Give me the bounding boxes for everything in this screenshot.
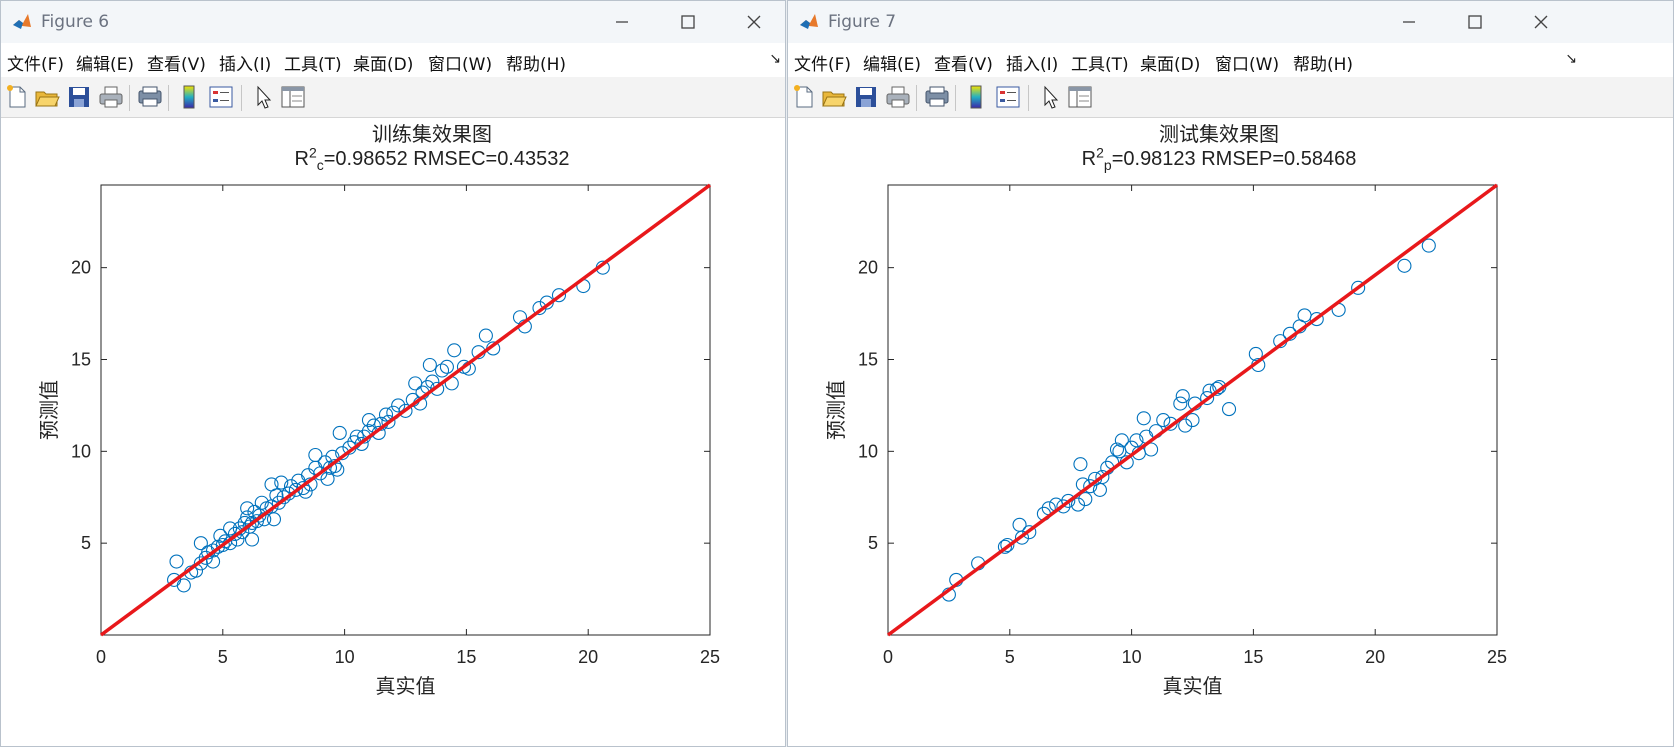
menu-view[interactable]: 查看(V) [147, 50, 206, 75]
menu-view[interactable]: 查看(V) [934, 50, 993, 75]
menu-window[interactable]: 窗口(W) [428, 50, 492, 75]
dock-arrow-icon[interactable]: ↘ [769, 51, 781, 67]
minimize-icon [1403, 21, 1415, 23]
print-icon[interactable] [97, 83, 125, 111]
figure-window-6: Figure 6 文件(F) 编辑(E) 查看(V) 插入(I) 工具(T) 桌… [0, 0, 786, 747]
title-bar[interactable]: Figure 6 [1, 1, 785, 43]
figure-canvas: 测试集效果图 R2p=0.98123 RMSEP=0.58468 0 5 10 15 2… [788, 118, 1673, 746]
window-title: Figure 7 [828, 12, 897, 32]
close-icon [1534, 15, 1548, 29]
maximize-button[interactable] [673, 9, 703, 35]
x-tick-label: 15 [456, 647, 476, 667]
legend-icon[interactable] [207, 83, 235, 111]
close-icon [747, 15, 761, 29]
window-title: Figure 6 [41, 12, 110, 32]
menu-desktop[interactable]: 桌面(D) [1140, 50, 1200, 75]
y-tick-label: 20 [858, 258, 878, 278]
menu-desktop[interactable]: 桌面(D) [353, 50, 413, 75]
save-icon[interactable] [65, 83, 93, 111]
menu-file[interactable]: 文件(F) [7, 50, 64, 75]
menu-tools[interactable]: 工具(T) [284, 50, 342, 75]
y-tick-label: 10 [858, 441, 878, 461]
close-button[interactable] [1526, 9, 1556, 35]
x-axis-label: 真实值 [376, 675, 436, 698]
y-tick-label: 20 [71, 258, 91, 278]
x-tick-label: 0 [883, 647, 893, 667]
x-tick-label: 25 [700, 647, 720, 667]
colorbar-icon[interactable] [962, 83, 990, 111]
toolbar-separator [168, 85, 169, 111]
select-cursor-icon[interactable] [249, 83, 277, 111]
x-tick-label: 10 [1122, 647, 1142, 667]
y-axis-label: 预测值 [38, 380, 61, 440]
legend-icon[interactable] [994, 83, 1022, 111]
x-tick-label: 20 [578, 647, 598, 667]
title-bar[interactable]: Figure 7 [788, 1, 1673, 43]
property-editor-icon[interactable] [1066, 83, 1094, 111]
menu-help[interactable]: 帮助(H) [506, 50, 566, 75]
toolbar-separator [129, 85, 130, 111]
toolbar-separator [916, 85, 917, 111]
menu-file[interactable]: 文件(F) [794, 50, 851, 75]
scatter-chart-test[interactable]: 0 5 10 15 20 25 5 10 15 20 真实值 预测值 [788, 118, 1674, 747]
toolbar-separator [241, 85, 242, 111]
scatter-chart-train[interactable]: 0 5 10 15 20 25 5 10 15 20 真实值 预测值 [1, 118, 786, 747]
minimize-button[interactable] [607, 9, 637, 35]
menu-edit[interactable]: 编辑(E) [76, 50, 134, 75]
y-tick-label: 10 [71, 441, 91, 461]
matlab-logo-icon [800, 14, 818, 29]
menu-insert[interactable]: 插入(I) [1006, 50, 1058, 75]
y-axis-label: 预测值 [825, 380, 848, 440]
minimize-icon [616, 21, 628, 23]
x-tick-label: 10 [335, 647, 355, 667]
x-tick-label: 15 [1243, 647, 1263, 667]
minimize-button[interactable] [1394, 9, 1424, 35]
menu-bar: 文件(F) 编辑(E) 查看(V) 插入(I) 工具(T) 桌面(D) 窗口(W… [788, 43, 1673, 78]
x-tick-label: 5 [218, 647, 228, 667]
figure-canvas: 训练集效果图 R2c=0.98652 RMSEC=0.43532 0 5 10 15 2… [1, 118, 785, 746]
y-tick-label: 15 [71, 349, 91, 369]
menu-edit[interactable]: 编辑(E) [863, 50, 921, 75]
select-cursor-icon[interactable] [1036, 83, 1064, 111]
x-tick-label: 0 [96, 647, 106, 667]
figure-toolbar [1, 77, 785, 118]
save-icon[interactable] [852, 83, 880, 111]
toolbar-separator [955, 85, 956, 111]
open-file-icon[interactable] [33, 83, 61, 111]
x-tick-label: 20 [1365, 647, 1385, 667]
print-icon[interactable] [884, 83, 912, 111]
y-tick-label: 5 [868, 533, 878, 553]
dock-arrow-icon[interactable]: ↘ [1565, 51, 1577, 67]
maximize-button[interactable] [1460, 9, 1490, 35]
toolbar-separator [1028, 85, 1029, 111]
matlab-logo-icon [13, 14, 31, 29]
close-button[interactable] [739, 9, 769, 35]
figure-window-7: Figure 7 文件(F) 编辑(E) 查看(V) 插入(I) 工具(T) 桌… [787, 0, 1674, 747]
y-tick-label: 5 [81, 533, 91, 553]
print-preview-icon[interactable] [136, 83, 164, 111]
x-axis-label: 真实值 [1163, 675, 1223, 698]
menu-bar: 文件(F) 编辑(E) 查看(V) 插入(I) 工具(T) 桌面(D) 窗口(W… [1, 43, 785, 78]
figure-toolbar [788, 77, 1673, 118]
menu-help[interactable]: 帮助(H) [1293, 50, 1353, 75]
maximize-icon [1468, 15, 1482, 29]
menu-tools[interactable]: 工具(T) [1071, 50, 1129, 75]
menu-window[interactable]: 窗口(W) [1215, 50, 1279, 75]
y-tick-label: 15 [858, 349, 878, 369]
property-editor-icon[interactable] [279, 83, 307, 111]
colorbar-icon[interactable] [175, 83, 203, 111]
new-figure-icon[interactable] [790, 83, 818, 111]
print-preview-icon[interactable] [923, 83, 951, 111]
x-tick-label: 25 [1487, 647, 1507, 667]
x-tick-label: 5 [1005, 647, 1015, 667]
new-figure-icon[interactable] [3, 83, 31, 111]
open-file-icon[interactable] [820, 83, 848, 111]
maximize-icon [681, 15, 695, 29]
menu-insert[interactable]: 插入(I) [219, 50, 271, 75]
